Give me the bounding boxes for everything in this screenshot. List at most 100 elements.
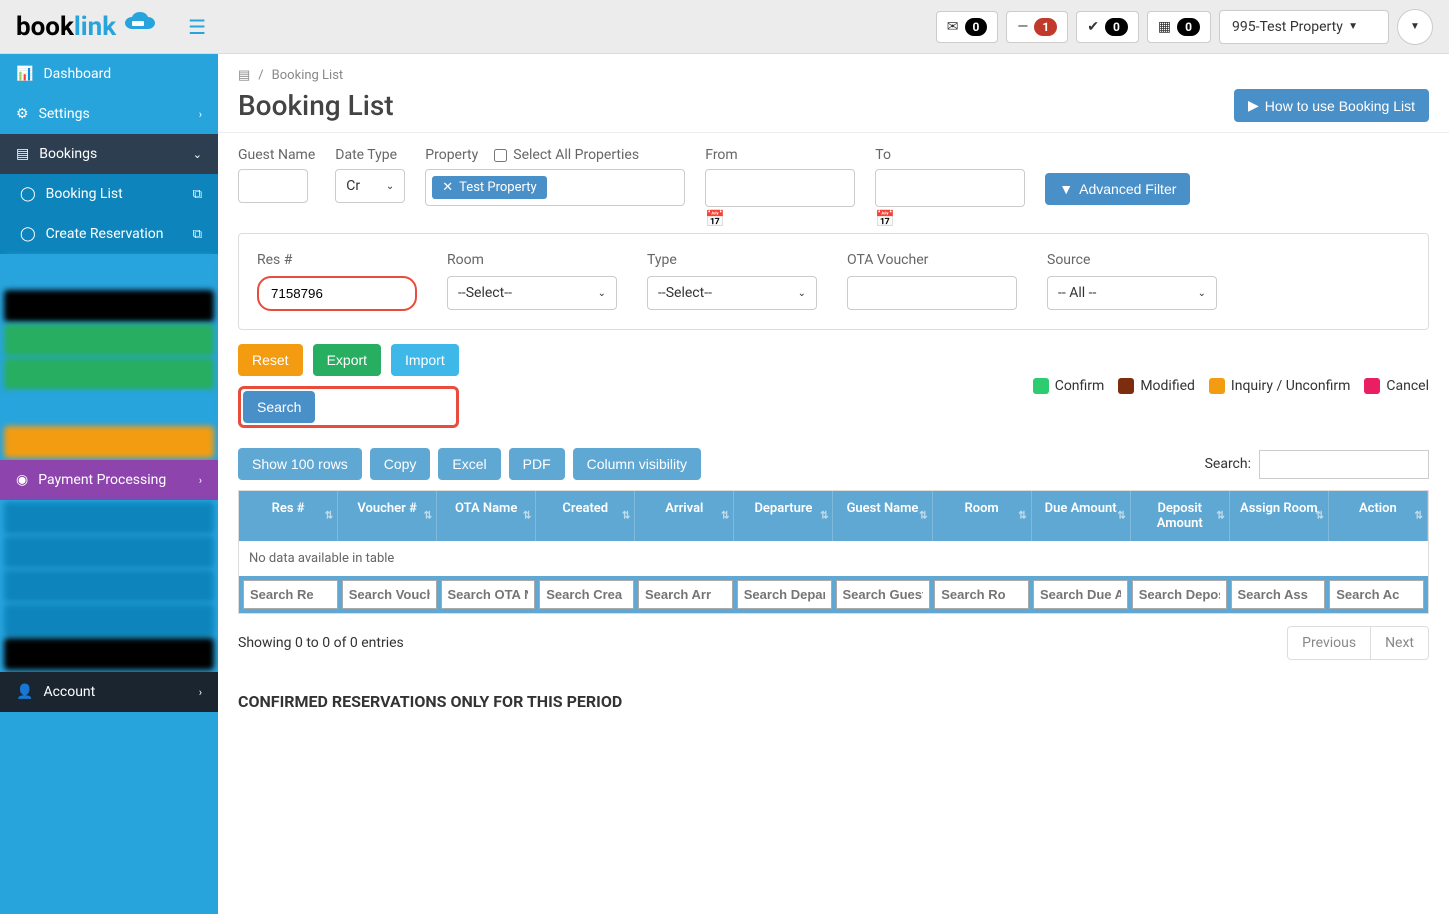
breadcrumb-current: Booking List: [272, 68, 344, 83]
excel-button[interactable]: Excel: [438, 448, 500, 480]
th-res[interactable]: Res #⇅: [239, 491, 338, 541]
th-due[interactable]: Due Amount⇅: [1032, 491, 1131, 541]
legend-inquiry: Inquiry / Unconfirm: [1209, 378, 1350, 394]
advanced-filter-button[interactable]: ▼ Advanced Filter: [1045, 173, 1190, 205]
external-link-icon: ⧉: [193, 187, 202, 202]
how-to-button[interactable]: ▶ How to use Booking List: [1234, 89, 1429, 122]
page-header: Booking List ▶ How to use Booking List: [218, 89, 1449, 133]
pagination: Previous Next: [1287, 626, 1429, 660]
advanced-filter-label: Advanced Filter: [1079, 181, 1176, 197]
import-button[interactable]: Import: [391, 344, 459, 376]
search-button[interactable]: Search: [243, 391, 315, 423]
calendar-icon[interactable]: 📅: [705, 209, 725, 228]
sidebar-item-payment-processing[interactable]: ◉ Payment Processing ›: [0, 460, 218, 500]
table-search: Search:: [1205, 450, 1429, 479]
th-guest[interactable]: Guest Name⇅: [833, 491, 932, 541]
room-select[interactable]: --Select-- ⌄: [447, 276, 617, 310]
reset-button[interactable]: Reset: [238, 344, 303, 376]
chevron-right-icon: ›: [199, 474, 202, 487]
export-button[interactable]: Export: [313, 344, 381, 376]
select-all-label: Select All Properties: [513, 147, 639, 163]
chevron-down-icon: ▼: [1348, 21, 1358, 32]
legend-confirm: Confirm: [1033, 378, 1105, 394]
color-swatch: [1364, 378, 1380, 394]
menu-toggle-icon[interactable]: ☰: [188, 15, 206, 39]
sidebar-item-booking-list[interactable]: ◯ Booking List ⧉: [0, 174, 218, 214]
table-search-input[interactable]: [1259, 450, 1429, 479]
confirmed-reservations-title: CONFIRMED RESERVATIONS ONLY FOR THIS PER…: [218, 672, 1449, 731]
th-ota[interactable]: OTA Name⇅: [437, 491, 536, 541]
col-filter-deposit[interactable]: [1132, 580, 1227, 609]
next-button[interactable]: Next: [1370, 627, 1428, 659]
breadcrumb: ▤ / Booking List: [218, 54, 1449, 89]
col-filter-due[interactable]: [1033, 580, 1128, 609]
home-icon[interactable]: ▤: [238, 68, 250, 83]
user-icon: 👤: [16, 684, 33, 700]
col-filter-arrival[interactable]: [638, 580, 733, 609]
column-visibility-button[interactable]: Column visibility: [573, 448, 701, 480]
th-voucher[interactable]: Voucher #⇅: [338, 491, 437, 541]
stat-check[interactable]: ✔ 0: [1076, 11, 1139, 43]
sidebar-item-create-reservation[interactable]: ◯ Create Reservation ⧉: [0, 214, 218, 254]
type-select[interactable]: --Select-- ⌄: [647, 276, 817, 310]
source-label: Source: [1047, 252, 1217, 268]
grid-icon: ▦: [1158, 19, 1171, 35]
stat-badge: 0: [1105, 18, 1128, 36]
calendar-icon[interactable]: 📅: [875, 209, 895, 228]
to-date-input[interactable]: [875, 169, 1025, 207]
property-selector[interactable]: 995-Test Property ▼: [1219, 10, 1389, 44]
col-filter-room[interactable]: [934, 580, 1029, 609]
date-type-select[interactable]: Cr ⌄: [335, 169, 405, 203]
chevron-right-icon: ›: [199, 108, 202, 121]
stat-calendar[interactable]: ▦ 0: [1147, 11, 1211, 43]
col-filter-created[interactable]: [539, 580, 634, 609]
col-filter-ota[interactable]: [441, 580, 536, 609]
copy-button[interactable]: Copy: [370, 448, 431, 480]
th-room[interactable]: Room⇅: [933, 491, 1032, 541]
sidebar-item-dashboard[interactable]: 📊 Dashboard: [0, 54, 218, 94]
ota-voucher-input[interactable]: [847, 276, 1017, 310]
external-link-icon: ⧉: [193, 227, 202, 242]
th-created[interactable]: Created⇅: [536, 491, 635, 541]
from-date-input[interactable]: [705, 169, 855, 207]
property-tag-input[interactable]: ✕ Test Property: [425, 169, 685, 206]
user-dropdown[interactable]: ▼: [1397, 9, 1433, 45]
th-action[interactable]: Action⇅: [1329, 491, 1428, 541]
property-label: Property: [425, 147, 478, 163]
prev-button[interactable]: Previous: [1288, 627, 1370, 659]
sidebar-item-account[interactable]: 👤 Account ›: [0, 672, 218, 712]
show-rows-button[interactable]: Show 100 rows: [238, 448, 362, 480]
col-filter-voucher[interactable]: [342, 580, 437, 609]
stat-minus[interactable]: — 1: [1006, 11, 1068, 43]
res-number-input[interactable]: [257, 276, 417, 311]
sort-icon: ⇅: [1216, 511, 1224, 522]
sidebar-item-bookings[interactable]: ▤ Bookings ⌄: [0, 134, 218, 174]
pdf-button[interactable]: PDF: [509, 448, 565, 480]
col-filter-res[interactable]: [243, 580, 338, 609]
to-label: To: [875, 147, 1025, 163]
stat-messages[interactable]: ✉ 0: [936, 11, 999, 43]
th-assign[interactable]: Assign Room⇅: [1230, 491, 1329, 541]
property-tag-label: Test Property: [459, 180, 536, 195]
legend-modified: Modified: [1118, 378, 1195, 394]
sidebar-item-label: Bookings: [39, 146, 97, 162]
col-filter-action[interactable]: [1329, 580, 1424, 609]
property-tag[interactable]: ✕ Test Property: [432, 176, 546, 199]
sidebar-blur: [4, 358, 214, 390]
source-select[interactable]: -- All -- ⌄: [1047, 276, 1217, 310]
th-arrival[interactable]: Arrival⇅: [635, 491, 734, 541]
sidebar-blur: [4, 256, 214, 288]
col-filter-guest[interactable]: [836, 580, 931, 609]
th-departure[interactable]: Departure⇅: [734, 491, 833, 541]
col-filter-assign[interactable]: [1231, 580, 1326, 609]
col-filter-departure[interactable]: [737, 580, 832, 609]
th-deposit[interactable]: Deposit Amount⇅: [1131, 491, 1230, 541]
sidebar-item-settings[interactable]: ⚙ Settings ›: [0, 94, 218, 134]
close-icon[interactable]: ✕: [442, 180, 453, 195]
guest-name-input[interactable]: [238, 169, 308, 203]
column-filter-row: [239, 576, 1428, 613]
room-label: Room: [447, 252, 617, 268]
list-icon: ▤: [16, 146, 29, 162]
select-all-checkbox[interactable]: [494, 149, 507, 162]
envelope-icon: ✉: [947, 19, 959, 35]
